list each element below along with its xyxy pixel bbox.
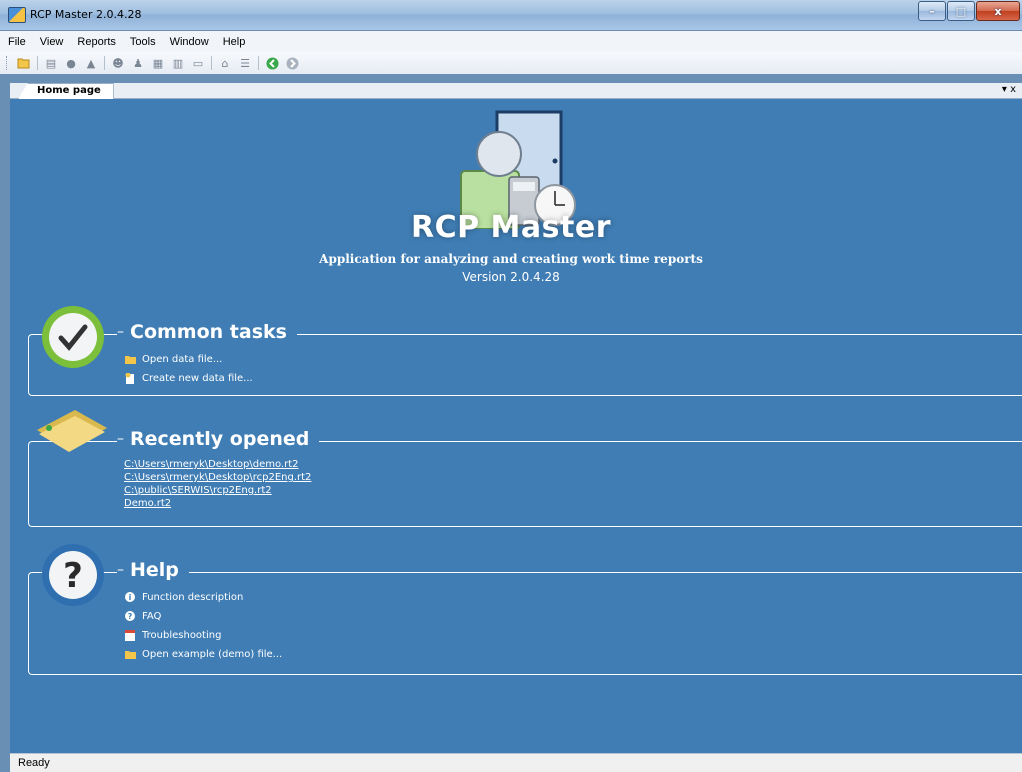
svg-text:?: ? — [128, 612, 133, 621]
open-folder-icon — [124, 353, 136, 365]
svg-text:?: ? — [63, 556, 83, 596]
group-icon[interactable]: ☻ — [111, 56, 125, 70]
tab-menu-button[interactable]: ▾ x — [1002, 83, 1016, 97]
open-folder-icon[interactable] — [17, 56, 31, 70]
section-title: Help — [130, 559, 179, 581]
create-new-data-file-link[interactable]: Create new data file... — [124, 372, 253, 384]
app-version: Version 2.0.4.28 — [462, 270, 560, 284]
tab-home-page[interactable]: Home page — [18, 83, 114, 99]
warning-icon[interactable]: ▲ — [84, 56, 98, 70]
user-icon[interactable]: ♟ — [131, 56, 145, 70]
table-icon[interactable]: ▭ — [191, 56, 205, 70]
item-label: Troubleshooting — [142, 629, 222, 641]
recent-file-link[interactable]: C:\Users\rmeryk\Desktop\demo.rt2 — [124, 458, 311, 471]
toolbar-grip[interactable] — [6, 56, 10, 70]
new-file-icon — [124, 372, 136, 384]
question-icon: ? — [124, 610, 136, 622]
menu-file[interactable]: File — [8, 36, 26, 48]
close-button[interactable]: x — [976, 1, 1020, 21]
open-folder-icon — [124, 648, 136, 660]
menu-reports[interactable]: Reports — [77, 36, 116, 48]
item-label: Function description — [142, 591, 244, 603]
recently-opened-section: – Recently opened C:\Users\rmeryk\Deskto… — [28, 410, 1022, 527]
common-tasks-section: – Common tasks Open data file... Create … — [28, 306, 1022, 396]
dash: – — [117, 324, 124, 340]
menu-window[interactable]: Window — [170, 36, 209, 48]
tree-icon[interactable]: ☰ — [238, 56, 252, 70]
toolbar-separator — [104, 56, 105, 70]
recent-file-link[interactable]: Demo.rt2 — [124, 497, 311, 510]
troubleshooting-link[interactable]: Troubleshooting — [124, 629, 282, 641]
faq-link[interactable]: ? FAQ — [124, 610, 282, 622]
toolbar-separator — [211, 56, 212, 70]
toolbar-separator — [37, 56, 38, 70]
section-header: – Recently opened — [117, 428, 320, 450]
item-label: Open example (demo) file... — [142, 648, 283, 660]
home-icon[interactable]: ⌂ — [218, 56, 232, 70]
forward-icon[interactable] — [285, 56, 299, 70]
window-controls: – □ x — [917, 1, 1020, 21]
recent-file-link[interactable]: C:\Users\rmeryk\Desktop\rcp2Eng.rt2 — [124, 471, 311, 484]
checkmark-icon — [42, 306, 104, 368]
help-question-icon: ? — [42, 544, 104, 606]
section-title: Common tasks — [130, 321, 287, 343]
item-label: Create new data file... — [142, 372, 253, 384]
recent-file-link[interactable]: C:\public\SERWIS\rcp2Eng.rt2 — [124, 484, 311, 497]
item-label: FAQ — [142, 610, 162, 622]
window-title: RCP Master 2.0.4.28 — [30, 8, 142, 21]
section-header: – Help — [117, 559, 189, 581]
app-title: RCP Master — [411, 210, 611, 245]
function-description-link[interactable]: i Function description — [124, 591, 282, 603]
checklist-icon — [124, 629, 136, 641]
calendar-icon[interactable]: ▦ — [151, 56, 165, 70]
dash: – — [117, 431, 124, 447]
info-icon[interactable]: ● — [64, 56, 78, 70]
menu-view[interactable]: View — [40, 36, 64, 48]
help-section: ? – Help i Function description ? FAQ Tr… — [28, 544, 1022, 675]
info-icon: i — [124, 591, 136, 603]
left-edge — [0, 74, 10, 754]
dash: – — [117, 562, 124, 578]
section-header: – Common tasks — [117, 321, 297, 343]
open-example-file-link[interactable]: Open example (demo) file... — [124, 648, 282, 660]
status-text: Ready — [18, 757, 50, 769]
folder-icon — [37, 410, 107, 452]
back-icon[interactable] — [265, 56, 279, 70]
status-bar: Ready — [10, 753, 1022, 772]
menu-help[interactable]: Help — [223, 36, 246, 48]
list-icon[interactable]: ▥ — [171, 56, 185, 70]
svg-text:i: i — [129, 593, 132, 602]
open-data-file-link[interactable]: Open data file... — [124, 353, 253, 365]
app-subtitle: Application for analyzing and creating w… — [319, 252, 703, 266]
maximize-button[interactable]: □ — [947, 1, 975, 21]
section-title: Recently opened — [130, 428, 310, 450]
item-label: Open data file... — [142, 353, 223, 365]
menu-bar: File View Reports Tools Window Help — [0, 31, 1022, 52]
tab-strip: Home page ▾ x — [10, 83, 1022, 99]
menu-tools[interactable]: Tools — [130, 36, 156, 48]
app-icon — [8, 7, 26, 23]
report-icon[interactable]: ▤ — [44, 56, 58, 70]
title-bar: RCP Master 2.0.4.28 – □ x — [0, 0, 1022, 31]
minimize-button[interactable]: – — [918, 1, 946, 21]
toolbar: ▤ ● ▲ ☻ ♟ ▦ ▥ ▭ ⌂ ☰ — [0, 52, 1022, 74]
toolbar-separator — [258, 56, 259, 70]
